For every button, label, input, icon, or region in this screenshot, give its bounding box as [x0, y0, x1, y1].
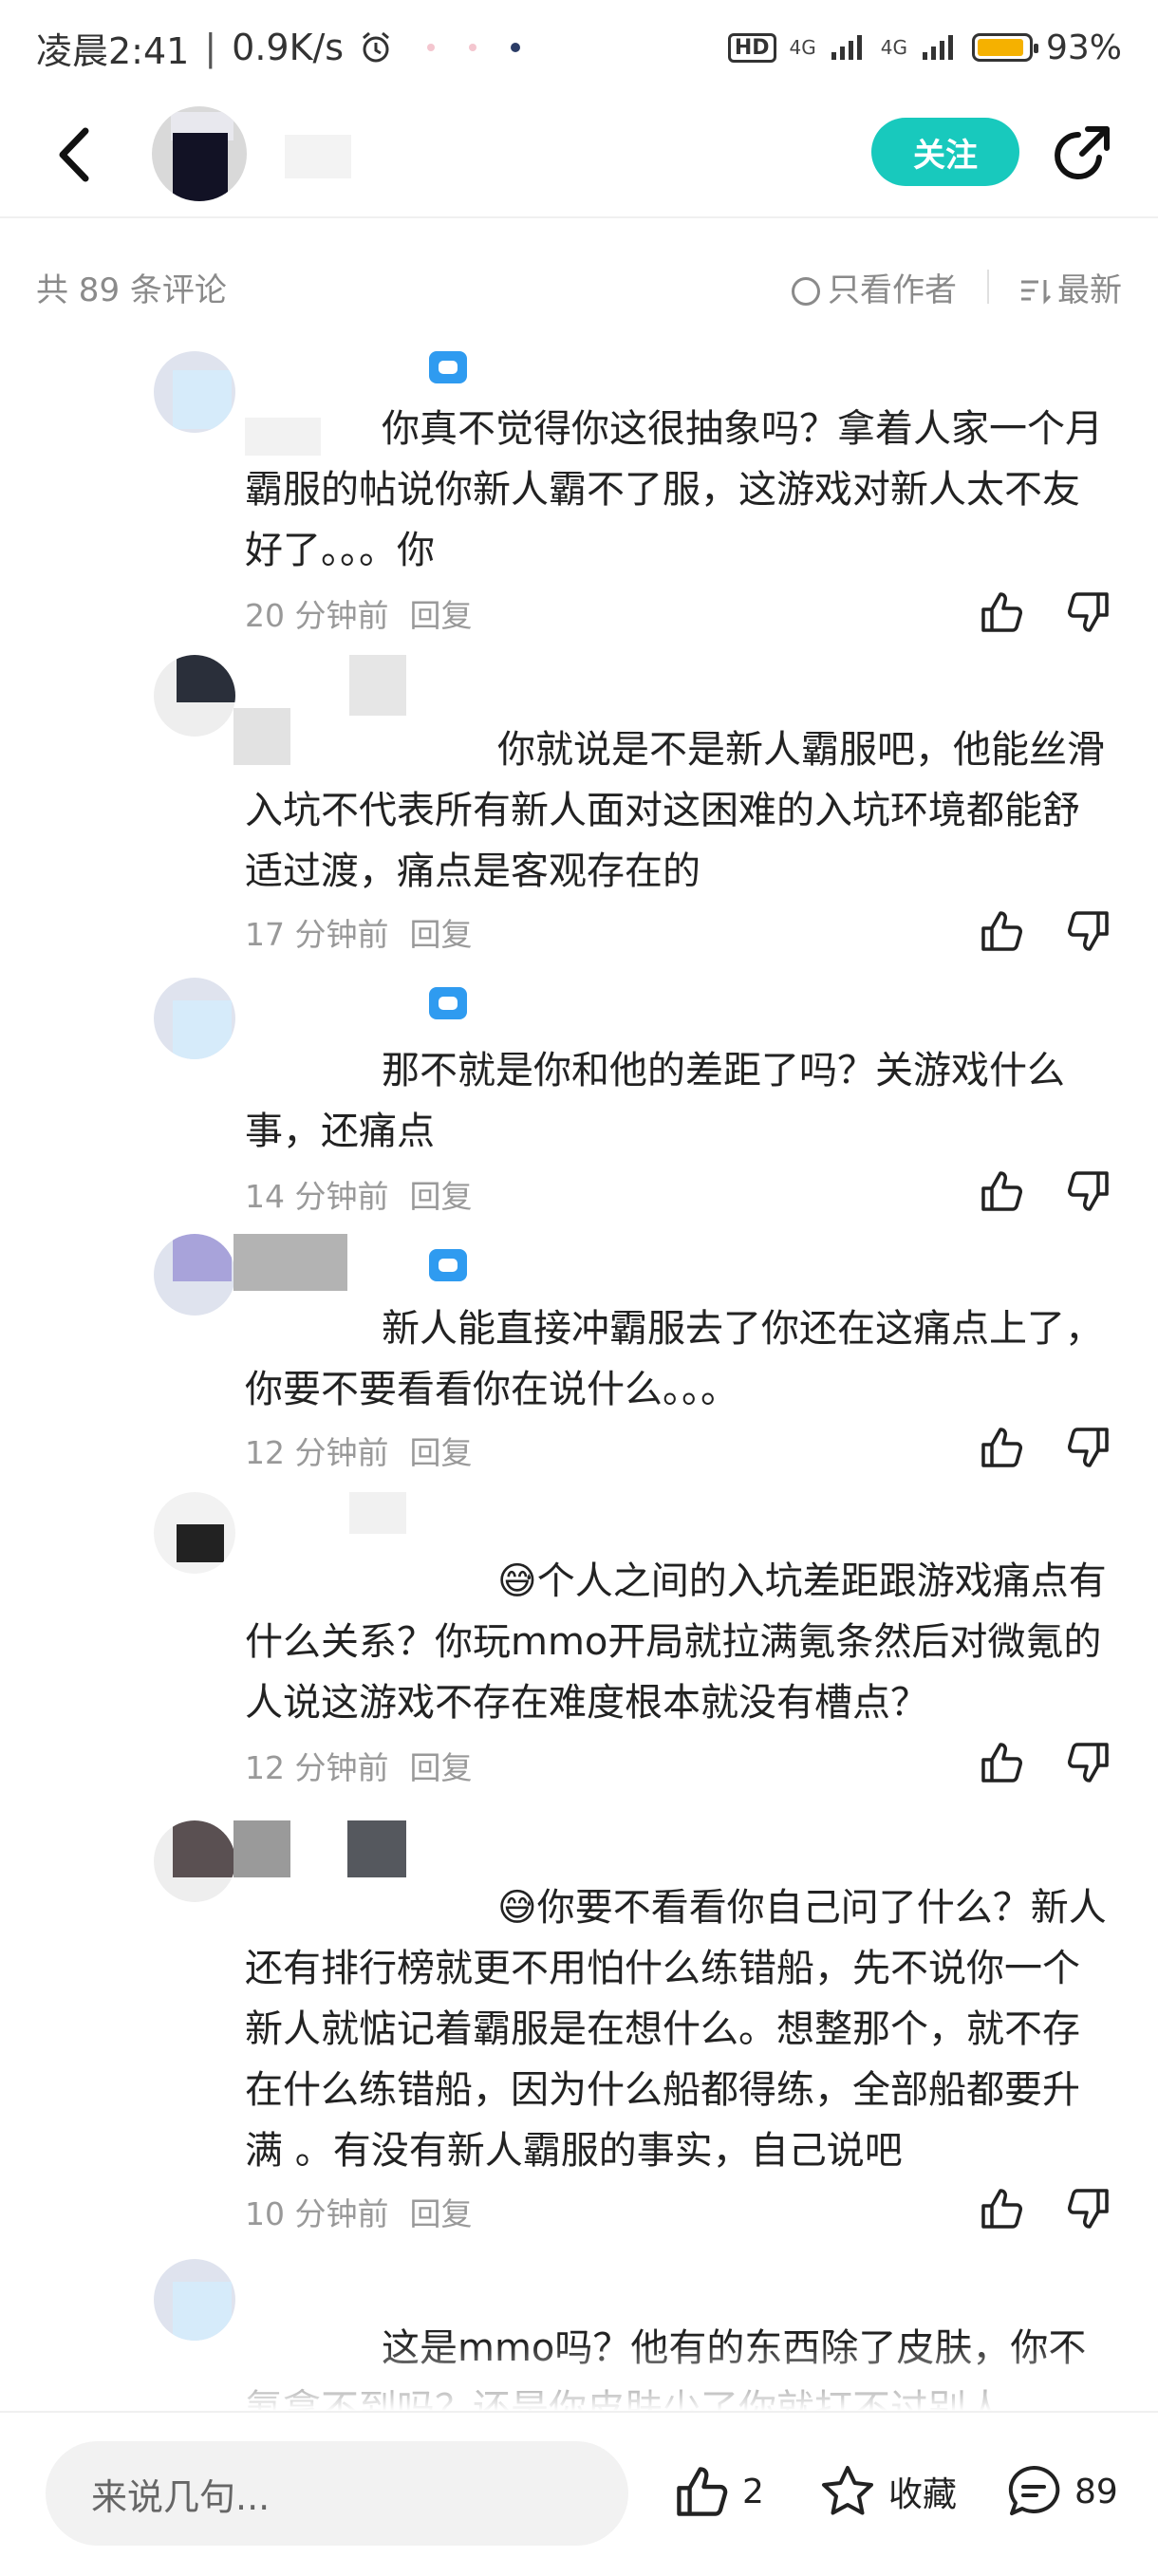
comment-time: 17 分钟前 [245, 916, 389, 953]
like-icon[interactable] [978, 588, 1025, 636]
follow-button[interactable]: 关注 [871, 118, 1019, 186]
sort-toggle[interactable]: 最新 [1019, 264, 1122, 310]
radio-circle-icon [792, 277, 820, 306]
signal-label: 4G [880, 36, 907, 59]
author-avatar[interactable] [152, 106, 247, 201]
sort-icon [1021, 280, 1052, 305]
comment-text: 你就说是不是新人霸服吧，他能丝滑入坑不代表所有新人面对这困难的入坑环境都能舒适过… [245, 728, 1105, 893]
comment-text: 😅你要不看看你自己问了什么？新人还有排行榜就更不用怕什么练错船，先不说你一个新人… [245, 1886, 1107, 2173]
commenter-avatar[interactable] [154, 1234, 235, 1316]
comment-text: 新人能直接冲霸服去了你还在这痛点上了，你要不要看看你在说什么。。。 [245, 1307, 1103, 1411]
favorite-button[interactable]: 收藏 [818, 2462, 957, 2521]
comment-input[interactable]: 来说几句... [46, 2441, 628, 2546]
reply-link[interactable]: 回复 [409, 2195, 472, 2232]
reply-link[interactable]: 回复 [409, 1434, 472, 1471]
comment-count: 共 89 条评论 [36, 271, 227, 309]
star-icon [822, 2466, 873, 2515]
post-header: 关注 [0, 95, 1158, 218]
commenter-avatar[interactable] [154, 1492, 235, 1574]
reply-link[interactable]: 回复 [409, 1178, 472, 1215]
like-icon [677, 2467, 728, 2516]
comment-bubble-icon [1008, 2465, 1060, 2515]
dislike-icon[interactable] [1065, 1424, 1112, 1471]
dislike-icon[interactable] [1065, 588, 1112, 636]
blurred-username [233, 1820, 290, 1877]
comment-count-bottom: 89 [1074, 2472, 1118, 2511]
comment-filter-bar: 共 89 条评论 只看作者 最新 [0, 249, 1158, 325]
reply-link[interactable]: 回复 [409, 916, 472, 953]
author-name-blurred [285, 135, 351, 178]
dislike-icon[interactable] [1065, 2185, 1112, 2232]
commenter-avatar[interactable] [154, 655, 235, 737]
signal-bars-icon [831, 35, 862, 60]
like-icon[interactable] [978, 1739, 1025, 1786]
comments-button[interactable]: 89 [1004, 2462, 1118, 2521]
dislike-icon[interactable] [1065, 1167, 1112, 1215]
comment-time: 20 分钟前 [245, 597, 389, 634]
comment-text: 你真不觉得你这很抽象吗？拿着人家一个月霸服的帖说你新人霸不了服，这游戏对新人太不… [245, 407, 1103, 572]
comment-time: 10 分钟前 [245, 2195, 389, 2232]
like-icon[interactable] [978, 1424, 1025, 1471]
share-icon[interactable] [1050, 121, 1114, 186]
back-arrow-icon[interactable] [47, 121, 104, 188]
like-post-button[interactable]: 2 [672, 2462, 764, 2521]
hd-icon: HD [727, 32, 776, 63]
reply-link[interactable]: 回复 [409, 1749, 472, 1786]
like-count: 2 [742, 2472, 764, 2511]
divider [987, 270, 989, 304]
battery-icon [971, 33, 1038, 62]
author-only-toggle[interactable]: 只看作者 [792, 264, 957, 310]
favorite-label: 收藏 [888, 2475, 958, 2514]
status-time: 凌晨2:41 [36, 29, 190, 72]
alarm-icon [363, 31, 390, 63]
commenter-avatar[interactable] [154, 2259, 235, 2341]
blurred-username [233, 1234, 347, 1291]
commenter-avatar[interactable] [154, 1820, 235, 1902]
blurred-username [349, 655, 406, 716]
dislike-icon[interactable] [1065, 1739, 1112, 1786]
author-only-label: 只看作者 [828, 271, 957, 309]
scroll-fade [0, 2343, 1158, 2411]
like-icon[interactable] [978, 1167, 1025, 1215]
sort-label: 最新 [1057, 271, 1122, 309]
blurred-username [347, 1820, 406, 1877]
status-bar: 凌晨2:41 | 0.9K/s HD 4G 4G 93% [0, 0, 1158, 95]
like-icon[interactable] [978, 907, 1025, 955]
comment-time: 14 分钟前 [245, 1178, 389, 1215]
reply-link[interactable]: 回复 [409, 597, 472, 634]
comment-text: 😅个人之间的入坑差距跟游戏痛点有什么关系？你玩mmo开局就拉满氪条然后对微氪的人… [245, 1559, 1107, 1725]
notification-dot-icon [511, 43, 521, 52]
commenter-avatar[interactable] [154, 351, 235, 433]
like-icon[interactable] [978, 2185, 1025, 2232]
notification-dot-icon [469, 44, 477, 51]
comment-time: 12 分钟前 [245, 1434, 389, 1471]
notification-dot-icon [427, 44, 436, 51]
signal-label: 4G [789, 36, 816, 59]
game-badge-icon [429, 351, 467, 383]
signal-bars-icon [922, 35, 953, 60]
status-divider: | [204, 27, 217, 68]
dislike-icon[interactable] [1065, 907, 1112, 955]
game-badge-icon [429, 1249, 467, 1281]
comment-text: 那不就是你和他的差距了吗？关游戏什么事，还痛点 [245, 1049, 1065, 1153]
game-badge-icon [429, 987, 467, 1019]
comment-time: 12 分钟前 [245, 1749, 389, 1786]
network-speed: 0.9K/s [232, 27, 345, 68]
bottom-action-bar: 来说几句... 2 收藏 89 [0, 2411, 1158, 2576]
blurred-username [349, 1492, 406, 1534]
commenter-avatar[interactable] [154, 978, 235, 1059]
battery-percent: 93% [1045, 28, 1122, 67]
